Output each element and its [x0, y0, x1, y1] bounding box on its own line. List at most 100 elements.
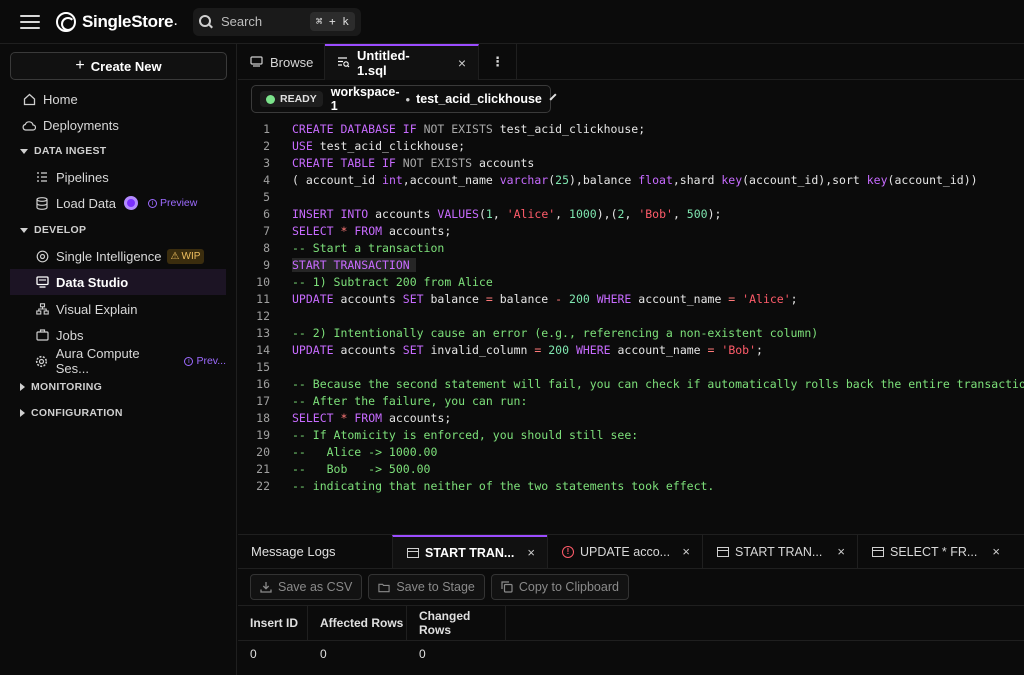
menu-icon[interactable] — [20, 14, 40, 29]
code-line-19: -- If Atomicity is enforced, you should … — [292, 427, 639, 442]
line-number: 19 — [256, 427, 270, 442]
code-line-22: -- indicating that neither of the two st… — [292, 478, 715, 493]
database-name: test_acid_clickhouse — [416, 92, 542, 106]
result-tab-1[interactable]: START TRAN... × — [392, 535, 547, 568]
column-header-affected-rows[interactable]: Affected Rows — [308, 606, 407, 640]
results-panel: Message Logs START TRAN... × ! UPDATE ac… — [238, 534, 1024, 675]
wip-badge: ⚠ WIP — [166, 248, 205, 264]
section-label: CONFIGURATION — [31, 407, 123, 419]
section-data-ingest[interactable]: DATA INGEST — [20, 143, 107, 159]
close-icon[interactable]: × — [682, 544, 690, 559]
sidebar-item-label: Visual Explain — [56, 301, 138, 317]
result-tab-2[interactable]: ! UPDATE acco... × — [547, 535, 702, 568]
section-develop[interactable]: DEVELOP — [20, 222, 86, 238]
sidebar-item-aura-compute[interactable]: Aura Compute Ses... i Prev... — [10, 346, 226, 376]
code-line-4: ( account_id int,account_name varchar(25… — [292, 172, 978, 187]
sql-editor[interactable]: 1 CREATE DATABASE IF NOT EXISTS test_acid… — [238, 120, 1024, 533]
result-tab-4[interactable]: SELECT * FR... × — [857, 535, 1012, 568]
status-label: READY — [280, 93, 317, 105]
code-line-6: INSERT INTO accounts VALUES(1, 'Alice', … — [292, 206, 722, 221]
column-header-insert-id[interactable]: Insert ID — [238, 606, 308, 640]
code-line-10: -- 1) Subtract 200 from Alice — [292, 274, 493, 289]
code-line-13: -- 2) Intentionally cause an error (e.g.… — [292, 325, 819, 340]
cell-affected-rows: 0 — [320, 647, 327, 661]
brand-mark: . — [174, 15, 177, 28]
code-line-2: USE test_acid_clickhouse; — [292, 138, 466, 153]
copy-to-clipboard-button[interactable]: Copy to Clipboard — [490, 574, 629, 600]
tab-message-logs[interactable]: Message Logs — [238, 535, 392, 568]
result-tab-label: START TRAN... — [735, 544, 823, 559]
workspace-selector[interactable]: READY workspace-1 • test_acid_clickhouse — [251, 85, 557, 113]
table-row: 0 0 0 — [238, 641, 1024, 667]
tab-label: Browse — [270, 54, 314, 70]
tab-label: Untitled-1.sql — [357, 48, 410, 78]
column-header-changed-rows[interactable]: Changed Rows — [407, 606, 506, 640]
plus-icon: + — [75, 57, 85, 74]
cell-changed-rows: 0 — [419, 647, 426, 661]
close-icon[interactable]: × — [527, 545, 535, 560]
home-icon — [22, 92, 36, 106]
close-icon[interactable]: × — [837, 544, 845, 559]
cell-insert-id: 0 — [250, 647, 257, 661]
table-icon — [717, 546, 729, 557]
save-as-csv-button[interactable]: Save as CSV — [250, 574, 363, 600]
line-number: 5 — [263, 189, 270, 204]
line-number: 7 — [263, 223, 270, 238]
section-label: MONITORING — [31, 381, 103, 393]
sidebar-item-pipelines[interactable]: Pipelines — [10, 165, 226, 189]
sidebar-item-label: Home — [43, 91, 78, 107]
sidebar-item-visual-explain[interactable]: Visual Explain — [10, 297, 226, 321]
sidebar-item-jobs[interactable]: Jobs — [10, 323, 226, 347]
sidebar-item-label: Single Intelligence — [56, 248, 162, 264]
tab-untitled-sql[interactable]: Untitled-1.sql × — [325, 44, 479, 80]
close-icon[interactable]: × — [992, 544, 1000, 559]
sidebar-item-home[interactable]: Home — [10, 87, 226, 111]
table-header: Insert ID Affected Rows Changed Rows — [238, 605, 1024, 641]
line-number: 13 — [256, 325, 270, 340]
message-logs-label: Message Logs — [251, 544, 336, 559]
sidebar-item-load-data[interactable]: Load Data i Preview — [10, 191, 226, 215]
line-number: 15 — [256, 359, 270, 374]
table-icon — [872, 546, 884, 557]
ready-dot-icon — [266, 94, 275, 104]
results-tabs: Message Logs START TRAN... × ! UPDATE ac… — [238, 535, 1024, 569]
search-icon — [198, 14, 213, 29]
line-number: 8 — [263, 240, 270, 255]
sidebar: + Create New Home Deployments DATA INGES… — [0, 44, 237, 675]
tab-browse[interactable]: Browse — [238, 44, 325, 80]
save-to-stage-button[interactable]: Save to Stage — [368, 574, 485, 600]
brand-logo[interactable]: SingleStore. — [56, 11, 177, 32]
cloud-icon — [22, 118, 36, 132]
create-new-button[interactable]: + Create New — [10, 52, 227, 80]
code-line-16: -- Because the second statement will fai… — [292, 376, 1024, 391]
app-root: SingleStore. Search ⌘ + k + Create New H… — [0, 0, 1024, 675]
result-tab-label: SELECT * FR... — [890, 544, 978, 559]
line-number: 18 — [256, 410, 270, 425]
section-monitoring[interactable]: MONITORING — [20, 379, 102, 395]
section-label: DEVELOP — [34, 224, 87, 236]
preview-badge: i Prev... — [184, 355, 226, 367]
preview-label: Prev... — [196, 355, 226, 367]
sidebar-item-label: Jobs — [56, 327, 84, 343]
caret-down-icon — [20, 148, 28, 154]
code-line-1: CREATE DATABASE IF NOT EXISTS test_acid_… — [292, 121, 646, 136]
search-input[interactable]: Search ⌘ + k — [192, 7, 361, 36]
caret-right-icon — [20, 383, 25, 391]
more-options-button[interactable]: ⋮ — [479, 44, 517, 80]
sidebar-item-deployments[interactable]: Deployments — [10, 113, 226, 137]
sidebar-item-data-studio[interactable]: Data Studio — [10, 269, 226, 295]
sidebar-item-single-intelligence[interactable]: Single Intelligence ⚠ WIP — [10, 244, 226, 268]
info-icon: i — [148, 198, 157, 208]
chevron-down-icon — [549, 93, 557, 101]
error-icon: ! — [562, 545, 574, 558]
close-icon[interactable]: × — [458, 55, 466, 71]
section-configuration[interactable]: CONFIGURATION — [20, 405, 123, 421]
editor-tabs: Browse Untitled-1.sql × ⋮ — [238, 44, 1024, 80]
wip-label: WIP — [181, 250, 201, 262]
code-line-20: -- Alice -> 1000.00 — [292, 444, 438, 459]
sidebar-item-label: Data Studio — [56, 274, 129, 290]
code-line-8: -- Start a transaction — [292, 240, 445, 255]
line-number: 17 — [256, 393, 270, 408]
search-placeholder: Search — [220, 14, 263, 29]
result-tab-3[interactable]: START TRAN... × — [702, 535, 857, 568]
